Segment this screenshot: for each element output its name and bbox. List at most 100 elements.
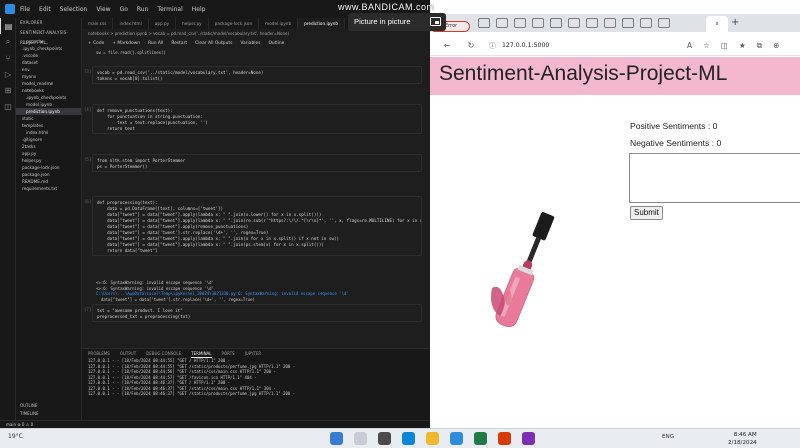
code-cell[interactable]: [3] vocab = pd.read_csv('../static/model/… [84, 66, 422, 84]
remote-icon[interactable]: ◫ [0, 98, 16, 114]
file-tree-item[interactable]: helper.py [16, 157, 81, 164]
site-info-icon[interactable]: ⓘ [489, 39, 496, 53]
editor-tab[interactable]: helper.py [176, 18, 209, 29]
split-screen-icon[interactable]: ◫ [721, 41, 728, 50]
editor-tab[interactable]: package-lock.json [209, 18, 260, 29]
file-tree-item[interactable]: .ipynb_checkpoints [16, 45, 81, 52]
extensions-icon[interactable]: ⊞ [0, 82, 16, 98]
notebook-editor[interactable]: sw = file.read().splitlines() [3] vocab =… [82, 48, 430, 348]
app-icon[interactable] [522, 432, 535, 445]
tab-icon[interactable] [658, 18, 670, 28]
file-tree-item[interactable]: model.ipynb [16, 101, 81, 108]
clock[interactable]: 8:46 AM 2/18/2024 [728, 431, 757, 447]
weather-widget[interactable]: 19°C [8, 433, 23, 440]
file-tree-item[interactable]: index.html [16, 129, 81, 136]
file-tree-item[interactable]: notebooks [16, 87, 81, 94]
tab-icon[interactable] [514, 18, 526, 28]
panel-tab[interactable]: OUTPUT [120, 349, 136, 358]
review-textarea[interactable] [629, 153, 800, 203]
restart-button[interactable]: Restart [171, 41, 187, 46]
back-icon[interactable]: ← [440, 41, 454, 50]
file-tree-item[interactable]: README.md [16, 178, 81, 185]
menu-terminal[interactable]: Terminal [157, 6, 182, 13]
new-tab-icon[interactable]: + [731, 17, 739, 29]
file-tree-item[interactable]: templates [16, 122, 81, 129]
file-tree-item[interactable]: .ipynb_checkpoints [16, 94, 81, 101]
tab-icon[interactable] [532, 18, 544, 28]
add-markdown-button[interactable]: + Markdown [112, 41, 140, 46]
active-browser-tab[interactable]: x [706, 16, 728, 32]
panel-tab[interactable]: JUPYTER [245, 349, 262, 358]
submit-button[interactable]: Submit [630, 206, 663, 220]
workspaces-icon[interactable] [478, 18, 490, 28]
file-tree-item[interactable]: package-lock.json [16, 164, 81, 171]
clear-outputs-button[interactable]: Clear All Outputs [195, 41, 232, 46]
editor-tab[interactable]: main.css [82, 18, 114, 29]
menu-view[interactable]: View [96, 6, 110, 13]
refresh-icon[interactable]: ↻ [464, 41, 478, 50]
search-icon[interactable]: ⌕ [0, 34, 16, 50]
panel-tab[interactable]: PORTS [222, 349, 235, 358]
editor-tab[interactable]: prediction.ipynb [298, 18, 346, 29]
tray-language[interactable]: ENG [662, 434, 674, 440]
run-debug-icon[interactable]: ▷ [0, 66, 16, 82]
panel-tab[interactable]: TERMINAL [191, 349, 212, 358]
editor-tab[interactable]: app.py [149, 18, 177, 29]
file-tree-item[interactable]: static [16, 115, 81, 122]
start-icon[interactable] [330, 432, 343, 445]
menu-file[interactable]: File [20, 6, 30, 13]
run-all-button[interactable]: Run All [148, 41, 163, 46]
code-cell[interactable]: [7] txt = "awesome product. I love it" pre… [84, 304, 422, 322]
outline-button[interactable]: Outline [268, 41, 284, 46]
url-field[interactable]: ⓘ 127.0.0.1:5000 [486, 38, 676, 53]
tab-icon[interactable] [550, 18, 562, 28]
tab-icon[interactable] [640, 18, 652, 28]
menu-selection[interactable]: Selection [60, 6, 88, 13]
editor-tab[interactable]: model.ipynb [259, 18, 299, 29]
menu-run[interactable]: Run [137, 6, 149, 13]
edge-icon[interactable] [402, 432, 415, 445]
file-tree-item[interactable]: dataset [16, 59, 81, 66]
collections-icon[interactable]: ⧉ [757, 41, 762, 51]
file-tree-item[interactable]: .gitignore [16, 136, 81, 143]
source-control-icon[interactable]: ⑂ [0, 50, 16, 66]
tab-icon[interactable] [604, 18, 616, 28]
code-cell[interactable]: [4] def remove_punctuations(text): for pu… [84, 104, 422, 134]
menu-edit[interactable]: Edit [39, 6, 51, 13]
code-cell[interactable]: [6] def preprocessing(text): data = pd.Da… [84, 196, 422, 256]
file-tree-item[interactable]: app.py [16, 150, 81, 157]
extensions-icon[interactable]: ⊕ [773, 41, 779, 50]
file-tree-item[interactable]: 2tasks [16, 143, 81, 150]
timeline-section[interactable]: TIMELINE [16, 410, 81, 418]
task-view-icon[interactable] [378, 432, 391, 445]
panel-tab[interactable]: PROBLEMS [88, 349, 110, 358]
tab-actions-icon[interactable] [496, 18, 508, 28]
favorites-icon[interactable]: ★ [739, 41, 746, 50]
file-tree-item[interactable]: prediction.ipynb [16, 108, 81, 115]
outline-section[interactable]: OUTLINE [16, 402, 81, 410]
search-icon[interactable] [354, 432, 367, 445]
file-tree-item[interactable]: __pycache__ [16, 38, 81, 45]
tab-icon[interactable] [586, 18, 598, 28]
read-aloud-icon[interactable]: A [687, 41, 692, 50]
panel-tab[interactable]: DEBUG CONSOLE [146, 349, 181, 358]
add-code-button[interactable]: + Code [88, 41, 104, 46]
bandicam-taskbar-icon[interactable] [498, 432, 511, 445]
status-bar[interactable]: main ⊗ 0 ⚠ 0 [0, 420, 430, 428]
excel-icon[interactable] [474, 432, 487, 445]
explorer-root-folder[interactable]: SENTIMENT-ANALYSIS-PROJECT-ML [16, 28, 81, 45]
file-tree-item[interactable]: package.json [16, 171, 81, 178]
menu-help[interactable]: Help [192, 6, 206, 13]
tab-icon[interactable] [622, 18, 634, 28]
file-tree-item[interactable]: env [16, 66, 81, 73]
file-tree-item[interactable]: model_readme [16, 80, 81, 87]
pip-icon[interactable] [430, 17, 441, 26]
terminal-output[interactable]: 127.0.0.1 - - [18/Feb/2024 08:44:55] "GE… [82, 358, 430, 397]
close-tab-icon[interactable]: x [716, 21, 719, 27]
picture-in-picture-tooltip[interactable]: Picture in picture [348, 13, 446, 31]
file-tree-item[interactable]: myenv [16, 73, 81, 80]
file-tree-item[interactable]: requirements.txt [16, 185, 81, 192]
code-cell[interactable]: [5] from nltk.stem import PorterStemmer ps… [84, 154, 422, 172]
explorer-icon[interactable]: ▤ [0, 18, 16, 34]
favorite-icon[interactable]: ☆ [703, 41, 710, 50]
